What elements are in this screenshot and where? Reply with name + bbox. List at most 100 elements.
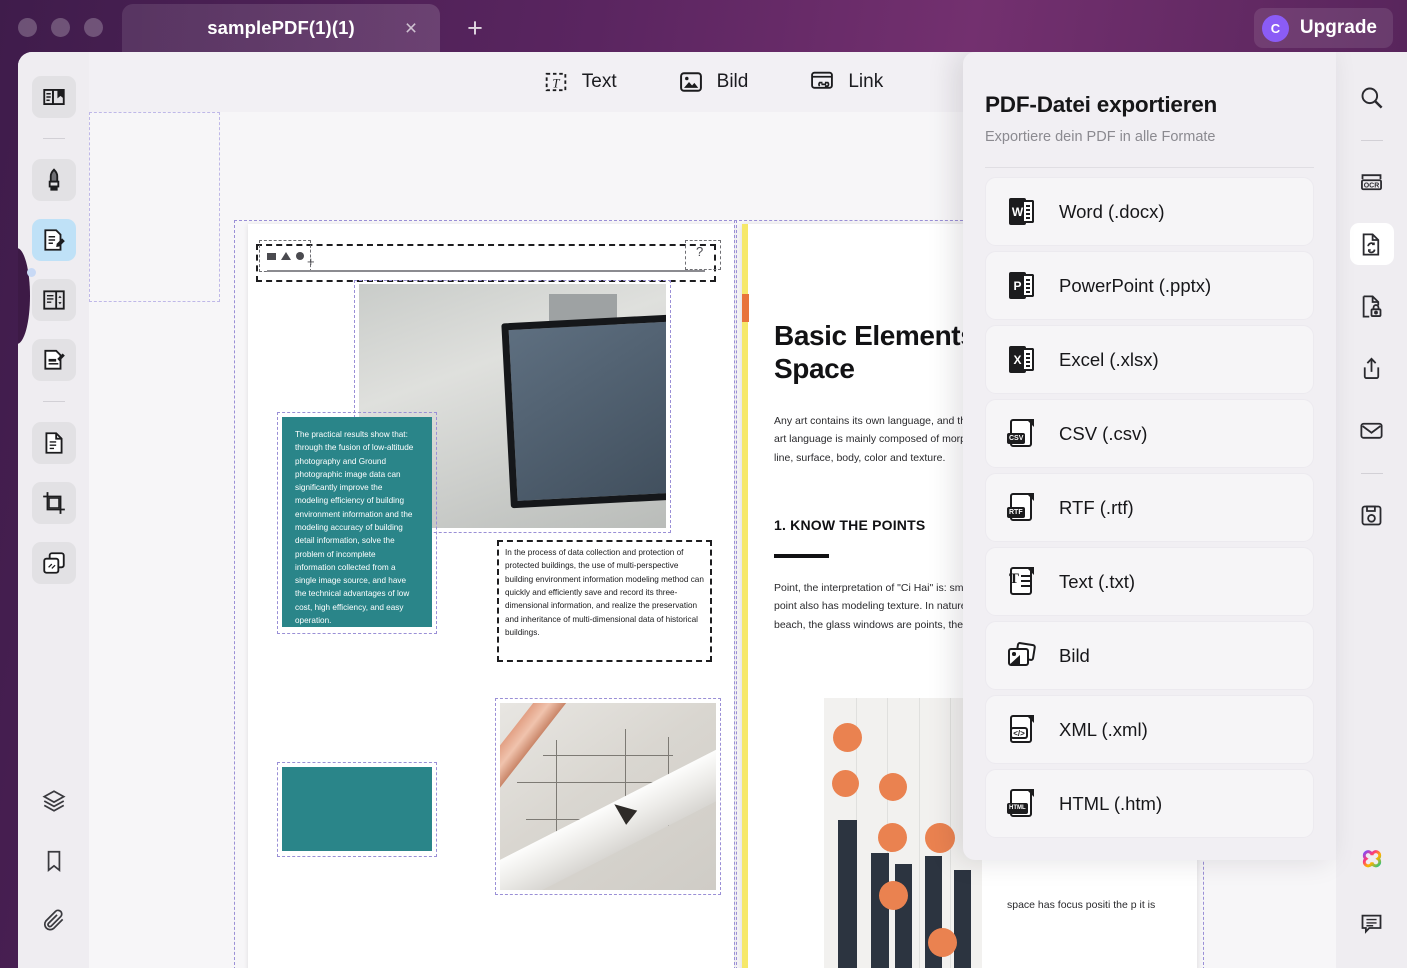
crop-icon bbox=[41, 490, 67, 516]
excel-icon: X bbox=[1007, 344, 1038, 375]
sidebar-item-convert-export[interactable] bbox=[1350, 223, 1394, 265]
sidebar-item-edit-pdf[interactable] bbox=[32, 219, 76, 261]
header-rule bbox=[267, 270, 705, 272]
share-upload-icon bbox=[1358, 355, 1385, 382]
blueprint-photo-selection bbox=[495, 698, 721, 895]
text-file-icon: T bbox=[1007, 566, 1038, 597]
plus-icon: + bbox=[307, 255, 315, 268]
header-question-mark: ? bbox=[696, 244, 703, 259]
export-option-excel[interactable]: X Excel (.xlsx) bbox=[985, 325, 1314, 394]
export-option-html-label: HTML (.htm) bbox=[1059, 793, 1162, 815]
export-option-xml[interactable]: </> XML (.xml) bbox=[985, 695, 1314, 764]
export-option-rtf[interactable]: RTF RTF (.rtf) bbox=[985, 473, 1314, 542]
export-option-text-label: Text (.txt) bbox=[1059, 571, 1135, 593]
export-option-powerpoint[interactable]: P PowerPoint (.pptx) bbox=[985, 251, 1314, 320]
export-format-list: W Word (.docx) P PowerPoint (.pptx) X bbox=[963, 177, 1336, 854]
sidebar-divider-2 bbox=[43, 401, 65, 402]
left-sidebar bbox=[18, 52, 89, 968]
tool-add-link[interactable]: Link bbox=[808, 68, 883, 96]
sidebar-item-page-extract[interactable] bbox=[32, 422, 76, 464]
right-sidebar-divider-2 bbox=[1361, 473, 1383, 474]
html-file-icon-tag: HTML bbox=[1007, 803, 1028, 814]
sidebar-notch-dot bbox=[27, 268, 36, 277]
upgrade-label: Upgrade bbox=[1300, 17, 1377, 39]
ocr-icon: OCR bbox=[1358, 169, 1385, 196]
tool-add-link-label: Link bbox=[848, 71, 883, 93]
sidebar-item-save[interactable] bbox=[1350, 494, 1394, 536]
bookmark-icon bbox=[41, 848, 67, 874]
tab-title: samplePDF(1)(1) bbox=[207, 17, 354, 39]
sidebar-divider bbox=[43, 138, 65, 139]
document-tab[interactable]: samplePDF(1)(1) × bbox=[122, 4, 440, 52]
paperclip-icon bbox=[41, 908, 67, 934]
right-sidebar-divider bbox=[1361, 140, 1383, 141]
sidebar-item-comments[interactable] bbox=[1350, 902, 1394, 944]
sidebar-item-crop-page[interactable] bbox=[32, 482, 76, 524]
sidebar-item-duplicate-page[interactable] bbox=[32, 542, 76, 584]
floppy-disk-icon bbox=[1358, 502, 1385, 529]
right-sidebar: OCR bbox=[1336, 52, 1407, 968]
maximize-window-button[interactable] bbox=[84, 18, 103, 37]
sidebar-item-ai-assistant[interactable] bbox=[1350, 840, 1394, 882]
export-option-csv[interactable]: CSV CSV (.csv) bbox=[985, 399, 1314, 468]
export-option-html[interactable]: HTML HTML (.htm) bbox=[985, 769, 1314, 838]
document-sync-icon bbox=[1358, 231, 1385, 258]
sidebar-item-ocr[interactable]: OCR bbox=[1350, 161, 1394, 203]
new-tab-icon[interactable]: + bbox=[462, 15, 488, 41]
powerpoint-icon: P bbox=[1007, 270, 1038, 301]
tool-add-image-label: Bild bbox=[717, 71, 749, 93]
sidebar-item-attachments[interactable] bbox=[32, 900, 76, 942]
circle-icon bbox=[296, 252, 304, 260]
export-option-rtf-label: RTF (.rtf) bbox=[1059, 497, 1134, 519]
minimize-window-button[interactable] bbox=[51, 18, 70, 37]
export-option-text[interactable]: T Text (.txt) bbox=[985, 547, 1314, 616]
app-body: T Text Bild bbox=[18, 52, 1407, 968]
sidebar-item-layers[interactable] bbox=[32, 780, 76, 822]
document-corner-icon bbox=[41, 430, 67, 456]
app-window: samplePDF(1)(1) × + C Upgrade bbox=[0, 0, 1407, 968]
document-arrows-icon bbox=[41, 287, 67, 313]
sidebar-item-page-organize[interactable] bbox=[32, 279, 76, 321]
tool-add-text-label: Text bbox=[582, 71, 617, 93]
text-box-icon: T bbox=[542, 68, 570, 96]
sidebar-item-highlighter[interactable] bbox=[32, 159, 76, 201]
csv-file-icon: CSV bbox=[1007, 418, 1038, 449]
close-window-button[interactable] bbox=[18, 18, 37, 37]
rtf-file-icon: RTF bbox=[1007, 492, 1038, 523]
document-lock-icon bbox=[1358, 293, 1385, 320]
svg-text:T: T bbox=[552, 76, 560, 90]
header-selection-box[interactable] bbox=[256, 244, 716, 282]
export-panel-title: PDF-Datei exportieren bbox=[985, 92, 1336, 118]
square-icon bbox=[267, 253, 276, 260]
export-option-word[interactable]: W Word (.docx) bbox=[985, 177, 1314, 246]
html-file-icon: HTML bbox=[1007, 788, 1038, 819]
xml-file-icon: </> bbox=[1007, 714, 1038, 745]
sidebar-item-protect[interactable] bbox=[1350, 285, 1394, 327]
avatar: C bbox=[1262, 15, 1289, 42]
ai-flower-icon bbox=[1357, 846, 1387, 876]
export-option-image[interactable]: Bild bbox=[985, 621, 1314, 690]
sidebar-item-reader-view[interactable] bbox=[32, 76, 76, 118]
sidebar-item-search[interactable] bbox=[1350, 76, 1394, 118]
export-option-powerpoint-label: PowerPoint (.pptx) bbox=[1059, 275, 1211, 297]
export-option-image-label: Bild bbox=[1059, 645, 1090, 667]
image-stack-icon bbox=[1007, 640, 1038, 671]
csv-file-icon-tag: CSV bbox=[1007, 433, 1025, 444]
word-icon: W bbox=[1007, 196, 1038, 227]
tool-add-text[interactable]: T Text bbox=[542, 68, 617, 96]
export-option-xml-label: XML (.xml) bbox=[1059, 719, 1148, 741]
sidebar-item-share[interactable] bbox=[1350, 347, 1394, 389]
close-icon[interactable]: × bbox=[400, 17, 422, 39]
form-pencil-icon bbox=[41, 347, 67, 373]
titlebar: samplePDF(1)(1) × + C Upgrade bbox=[0, 0, 1407, 56]
xml-file-icon-tag: </> bbox=[1010, 727, 1028, 739]
upgrade-button[interactable]: C Upgrade bbox=[1254, 8, 1393, 48]
sidebar-item-form-fill[interactable] bbox=[32, 339, 76, 381]
teal-block-2-selection bbox=[277, 762, 437, 857]
copy-pages-icon bbox=[41, 550, 67, 576]
window-controls[interactable] bbox=[18, 18, 103, 37]
sidebar-item-bookmarks[interactable] bbox=[32, 840, 76, 882]
sidebar-item-email[interactable] bbox=[1350, 409, 1394, 451]
export-panel: PDF-Datei exportieren Exportiere dein PD… bbox=[963, 52, 1336, 860]
tool-add-image[interactable]: Bild bbox=[677, 68, 749, 96]
